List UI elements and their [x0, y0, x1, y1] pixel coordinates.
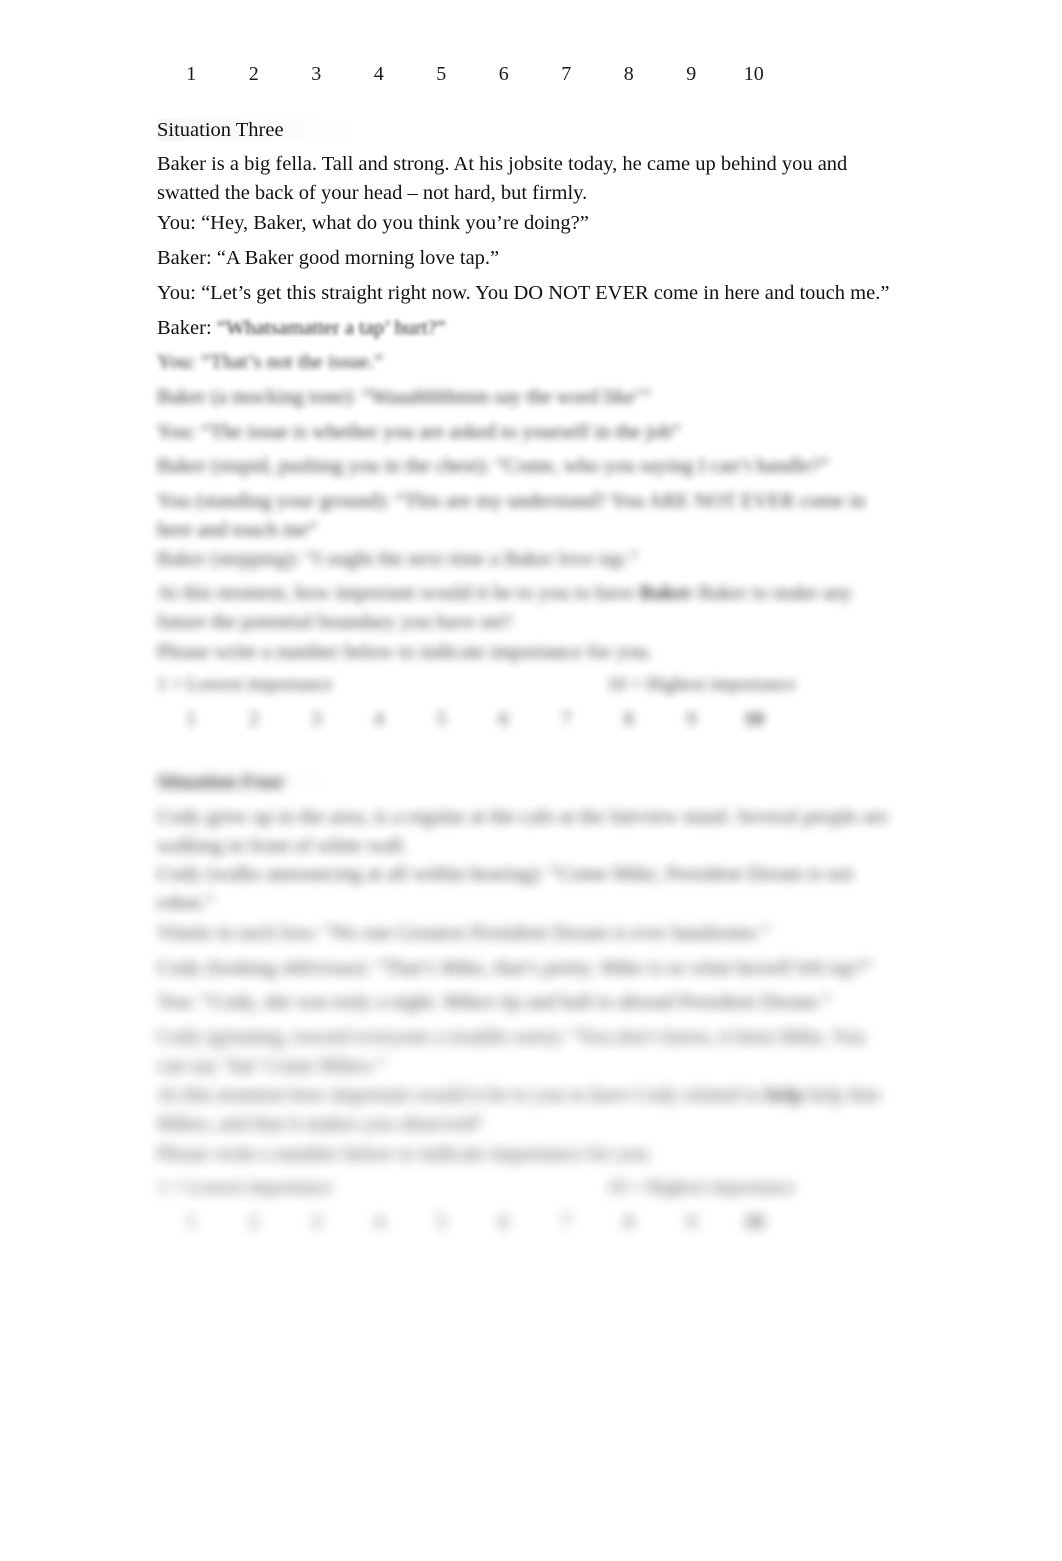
rating-scale-situation-four[interactable]: 1 2 3 4 5 6 7 8 9 10	[160, 1211, 780, 1234]
redacted-text: “Cody, she was truly a night. Mikes tip …	[201, 991, 831, 1013]
speaker-label: You:	[157, 991, 196, 1013]
scale-number: 7	[561, 63, 572, 85]
scale-number[interactable]: 4	[348, 1211, 411, 1234]
situation-four-redacted-line-5: You: “Cody, she was truly a night. Mikes…	[157, 988, 899, 1017]
scale-number[interactable]: 6	[473, 708, 536, 731]
scale-number[interactable]: 6	[473, 1211, 536, 1234]
redacted-text: “The issue is whether you are asked to y…	[201, 421, 681, 443]
scale-number[interactable]: 2	[223, 708, 286, 731]
scale-number[interactable]: 8	[598, 1211, 661, 1234]
scale-number: 5	[436, 63, 447, 85]
scale-number: 10	[743, 63, 764, 85]
situation-three-line-you-1: You: “Hey, Baker, what do you think you’…	[157, 212, 589, 234]
speaker-label: Baker (a mocking tone):	[157, 386, 357, 408]
rating-scale-top: 1 2 3 4 5 6 7 8 9 10	[160, 63, 780, 86]
importance-question-emphasis: Baker	[639, 582, 693, 604]
situation-three-heading: Situation Three	[157, 116, 358, 144]
redacted-text: “I ought the next time a Baker love tap.…	[305, 548, 639, 570]
situation-four-instruction: Please write a number below to indicate …	[157, 1143, 653, 1165]
scale-number[interactable]: 5	[410, 708, 473, 731]
speaker-label: You:	[157, 351, 196, 373]
situation-four-redacted-line-6: Cody (grinning, toward everyone a troubl…	[157, 1023, 899, 1080]
situation-three-scenario: Baker is a big fella. Tall and strong. A…	[157, 153, 848, 204]
scale-number[interactable]: 9	[660, 708, 723, 731]
situation-three-redacted-line-3: Baker (a mocking tone): “Waaahhhhmm say …	[157, 383, 899, 412]
situation-four-scenario: Cody grew up in the area, is a regular a…	[157, 806, 888, 857]
anchor-highest: 10 = Highest importance	[607, 674, 796, 695]
scale-number: 3	[311, 63, 322, 85]
redacted-text: “Whatsamatter a tap’ hurt?”	[216, 317, 446, 339]
scale-number[interactable]: 3	[285, 1211, 348, 1234]
importance-question-emphasis: help	[765, 1084, 804, 1106]
speaker-label: You:	[157, 421, 196, 443]
anchor-lowest: 1 = Lowest importance	[157, 674, 333, 695]
speaker-label: Cody (looking oblivious):	[157, 957, 370, 979]
importance-question-part1: At this moment how important would it be…	[157, 1084, 761, 1106]
situation-three-importance-question: At this moment, how important would it b…	[157, 579, 899, 636]
scale-number[interactable]: 4	[348, 708, 411, 731]
anchor-lowest: 1 = Lowest importance	[157, 1177, 333, 1198]
speaker-label: Cody (grinning, toward everyone a troubl…	[157, 1026, 565, 1048]
scale-number: 1	[186, 63, 197, 85]
redacted-text: “That’s Mike, that’s pretty. Mike is so …	[375, 957, 873, 979]
situation-three-line-you-2: You: “Let’s get this straight right now.…	[157, 282, 890, 304]
redacted-text: “Come, who you saying I can’t handle?”	[495, 455, 829, 477]
situation-three-heading-text: Situation Three	[157, 119, 358, 141]
scale-number[interactable]: 7	[535, 1211, 598, 1234]
situation-three-redacted-line-5: Baker (stupid, pushing you in the chest)…	[157, 452, 899, 481]
redacted-text: “Waaahhhhmm say the word like’”	[361, 386, 651, 408]
scale-number[interactable]: 1	[160, 1211, 223, 1234]
speaker-label: Cody (walks announcing at all within hea…	[157, 863, 545, 885]
situation-four-redacted-line-2: Cody (walks announcing at all within hea…	[157, 860, 899, 917]
situation-three-redacted-line-2: You: “That’s not the issue.”	[157, 348, 899, 377]
situation-three-instruction: Please write a number below to indicate …	[157, 641, 653, 663]
situation-three-line-baker-2: Baker: “Whatsamatter a tap’ hurt?”	[157, 314, 899, 343]
situation-four-heading-text: Situation Four	[157, 771, 360, 793]
situation-three-line-baker-1: Baker: “A Baker good morning love tap.”	[157, 247, 500, 269]
situation-four-heading: Situation Four	[157, 768, 360, 796]
scale-number[interactable]: 8	[598, 708, 661, 731]
scale-number: 2	[248, 63, 259, 85]
document-page: 1 2 3 4 5 6 7 8 9 10 Situation Three Bak…	[0, 0, 1062, 1561]
anchor-highest: 10 = Highest importance	[607, 1177, 796, 1198]
scale-number[interactable]: 5	[410, 1211, 473, 1234]
scale-number[interactable]: 7	[535, 708, 598, 731]
situation-four-redacted-line-4: Cody (looking oblivious): “That’s Mike, …	[157, 954, 899, 983]
situation-three-redacted-line-7: Baker (stepping): “I ought the next time…	[157, 545, 899, 574]
speaker-label: Baker (stepping):	[157, 548, 300, 570]
scale-number[interactable]: 2	[223, 1211, 286, 1234]
situation-three-redacted-line-4: You: “The issue is whether you are asked…	[157, 418, 899, 447]
scale-number: 4	[373, 63, 384, 85]
scale-number: 8	[623, 63, 634, 85]
scale-number[interactable]: 9	[660, 1211, 723, 1234]
redacted-text: “No one Greatest President Dream is ever…	[323, 922, 770, 944]
scale-number[interactable]: 3	[285, 708, 348, 731]
scale-number: 9	[686, 63, 697, 85]
scale-number[interactable]: 10	[723, 1211, 786, 1234]
scale-number[interactable]: 10	[723, 708, 786, 731]
scale-number[interactable]: 1	[160, 708, 223, 731]
importance-question-part1: At this moment, how important would it b…	[157, 582, 635, 604]
situation-four-importance-question: At this moment how important would it be…	[157, 1081, 899, 1138]
rating-scale-situation-three[interactable]: 1 2 3 4 5 6 7 8 9 10	[160, 708, 780, 731]
speaker-label: Vinnie in such loss:	[157, 922, 319, 944]
speaker-label: You (standing your ground):	[157, 490, 391, 512]
speaker-label-baker: Baker:	[157, 317, 212, 339]
situation-four-redacted-line-3: Vinnie in such loss: “No one Greatest Pr…	[157, 919, 899, 948]
situation-three-redacted-line-6: You (standing your ground): “This are my…	[157, 487, 899, 544]
scale-number: 6	[498, 63, 509, 85]
speaker-label: Baker (stupid, pushing you in the chest)…	[157, 455, 491, 477]
redacted-text: “That’s not the issue.”	[201, 351, 384, 373]
